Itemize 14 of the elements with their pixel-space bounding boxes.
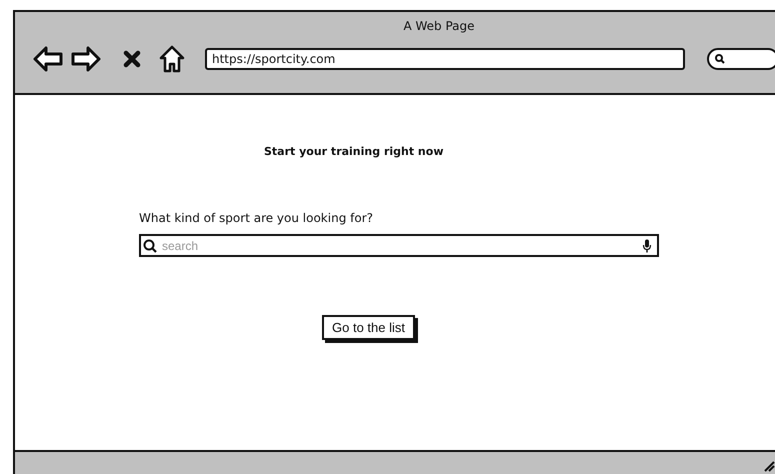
search-field[interactable]: search [139,234,659,257]
search-icon [715,54,725,64]
go-to-list-button[interactable]: Go to the list [322,315,415,340]
page-heading: Start your training right now [263,144,444,158]
microphone-icon[interactable] [642,239,652,253]
search-field[interactable] [707,48,775,70]
forward-icon[interactable] [71,46,101,72]
close-icon[interactable] [123,50,141,68]
back-icon[interactable] [33,46,63,72]
address-field[interactable]: https://sportcity.com [205,48,685,70]
home-icon[interactable] [159,45,185,73]
window-title: A Web Page [402,18,476,35]
question-label: What kind of sport are you looking for? [138,210,374,225]
resize-grip-icon[interactable] [763,460,775,472]
